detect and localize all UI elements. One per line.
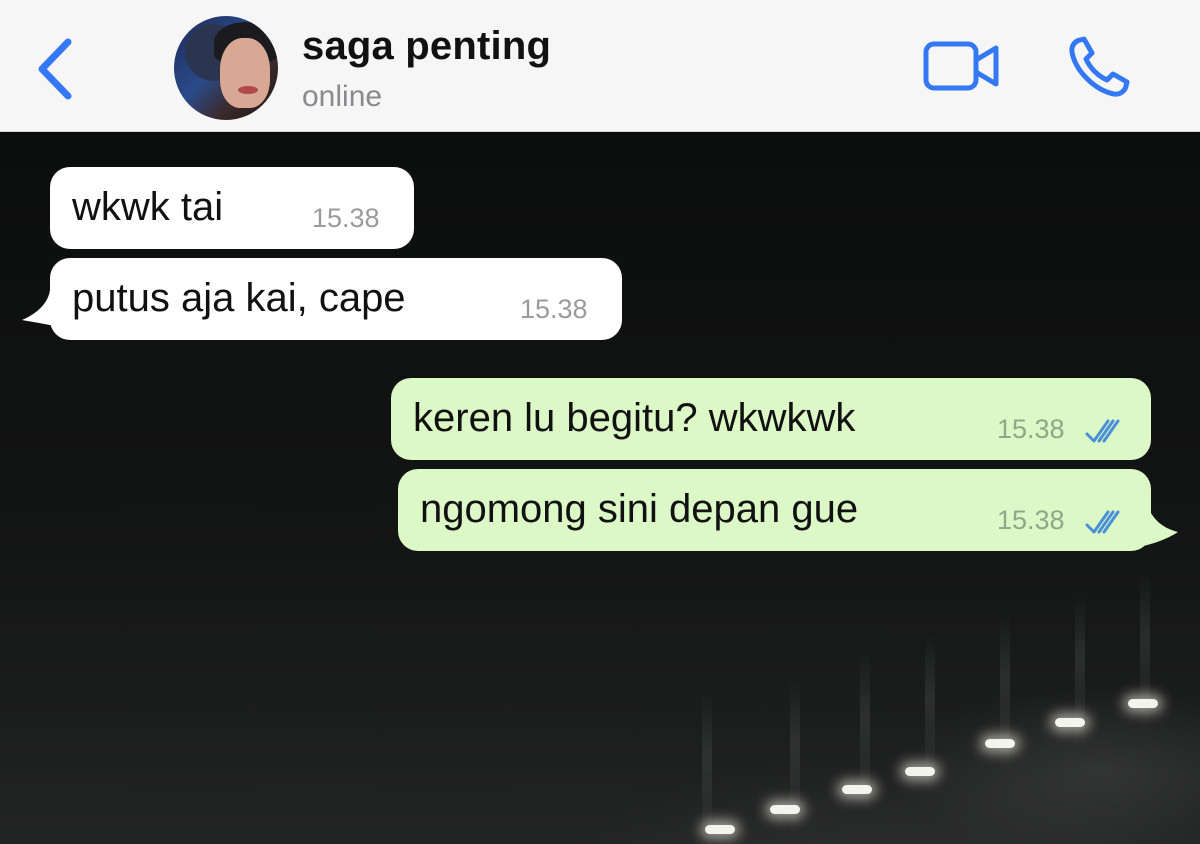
message-bubble-incoming[interactable]: wkwk tai 15.38 <box>50 167 414 249</box>
message-time: 15.38 <box>520 294 588 324</box>
message-text: putus aja kai, cape <box>72 276 406 320</box>
message-time: 15.38 <box>997 505 1065 535</box>
phone-icon <box>1069 36 1130 97</box>
message-text: keren lu begitu? wkwkwk <box>413 396 856 440</box>
video-call-button[interactable] <box>922 38 1002 96</box>
double-check-icon <box>1085 419 1120 443</box>
contact-status: online <box>302 80 383 113</box>
message-time: 15.38 <box>997 414 1065 444</box>
voice-call-button[interactable] <box>1066 34 1134 100</box>
message-text: wkwk tai <box>72 185 224 229</box>
message-bubble-outgoing[interactable]: ngomong sini depan gue 15.38 <box>398 469 1151 551</box>
message-text: ngomong sini depan gue <box>420 487 859 531</box>
video-camera-icon <box>923 41 999 91</box>
chevron-left-icon <box>38 38 72 100</box>
back-button[interactable] <box>30 36 86 102</box>
message-bubble-outgoing[interactable]: keren lu begitu? wkwkwk 15.38 <box>391 378 1151 460</box>
contact-name[interactable]: saga penting <box>302 24 551 69</box>
chat-header: saga penting online <box>0 0 1200 132</box>
double-check-icon <box>1085 510 1120 534</box>
message-bubble-incoming[interactable]: putus aja kai, cape 15.38 <box>50 258 622 340</box>
message-time: 15.38 <box>312 203 380 233</box>
contact-avatar[interactable] <box>174 16 278 120</box>
